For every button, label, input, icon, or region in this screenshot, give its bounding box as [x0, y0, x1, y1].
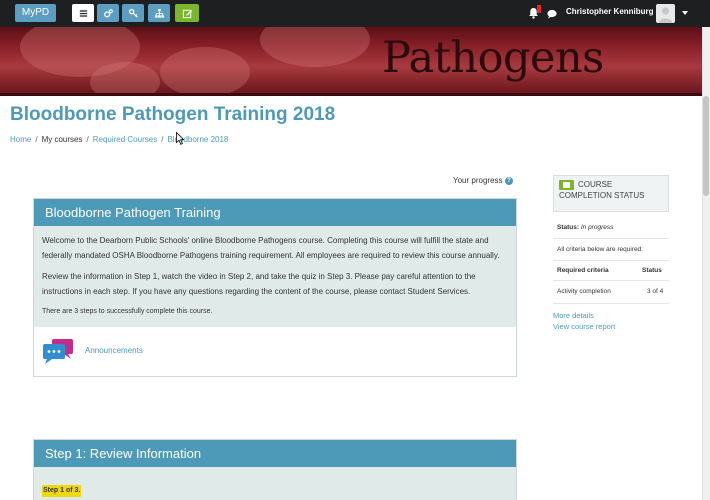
user-silhouette-icon: [659, 7, 672, 23]
status-column-header: Status: [642, 267, 662, 274]
breadcrumb-home[interactable]: Home: [10, 135, 31, 144]
section-summary: Welcome to the Dearborn Public Schools' …: [34, 226, 516, 327]
summary-note: There are 3 steps to successfully comple…: [42, 308, 213, 315]
banner-cell-shape: [160, 47, 250, 93]
key-button[interactable]: [122, 4, 144, 22]
settings-button[interactable]: [97, 4, 119, 22]
breadcrumb-my-courses[interactable]: My courses: [42, 135, 83, 144]
breadcrumb-separator: /: [35, 135, 38, 144]
block-title: Course Completion Status: [559, 180, 645, 200]
breadcrumb-required-courses[interactable]: Required Courses: [93, 135, 157, 144]
banner-logo-word: Pathogens: [382, 33, 604, 83]
activity-announcements[interactable]: Announcements: [34, 327, 516, 376]
help-icon[interactable]: ?: [505, 177, 513, 185]
status-value: In progress: [580, 224, 614, 231]
block-divider: [553, 260, 669, 261]
block-divider: [553, 238, 669, 239]
scrollbar-thumb[interactable]: [703, 96, 709, 196]
cogs-icon: [103, 8, 113, 17]
section-step-1: Step 1: Review Information Step 1 of 3.: [33, 439, 517, 500]
block-divider: [553, 303, 669, 304]
summary-paragraph: Welcome to the Dearborn Public Schools' …: [42, 236, 500, 260]
user-name[interactable]: Christopher Kenniburg: [566, 7, 654, 16]
breadcrumb-separator: /: [161, 135, 164, 144]
sitemap-button[interactable]: [148, 4, 170, 22]
avatar[interactable]: [656, 4, 675, 23]
view-course-report-link[interactable]: View course report: [553, 322, 615, 331]
banner-cell-shape: [90, 62, 160, 93]
caret-down-icon[interactable]: [682, 11, 688, 15]
announcements-link[interactable]: Announcements: [85, 346, 143, 355]
page-title: Bloodborne Pathogen Training 2018: [10, 104, 336, 125]
progress-label: Your progress: [453, 176, 503, 185]
menu-icon: [79, 9, 87, 17]
breadcrumb: Home / My courses / Required Courses / Bloodbo…: [10, 135, 228, 144]
menu-button[interactable]: [72, 4, 94, 22]
section-title: Step 1: Review Information: [34, 440, 516, 467]
completion-status: Status: In progress: [557, 224, 613, 231]
summary-paragraph: Review the information in Step 1, watch …: [42, 272, 476, 296]
step-badge: Step 1 of 3.: [42, 485, 82, 497]
breadcrumb-separator: /: [86, 135, 89, 144]
criteria-status-cell: 3 of 4: [647, 288, 664, 295]
section-general: Bloodborne Pathogen Training Welcome to …: [33, 198, 517, 377]
criteria-column-header: Required criteria: [557, 267, 609, 274]
mouse-pointer-icon: [176, 132, 184, 145]
banner-cell-shape: [260, 27, 370, 67]
banner-divider: [0, 93, 702, 96]
notification-badge: [537, 5, 541, 13]
edit-mode-button[interactable]: [175, 4, 199, 22]
block-header: Course Completion Status: [553, 175, 669, 212]
mypd-brand-button[interactable]: MyPD: [15, 4, 56, 22]
more-details-link[interactable]: More details: [553, 311, 594, 320]
forum-icon: [43, 339, 73, 364]
section-title: Bloodborne Pathogen Training: [34, 199, 516, 226]
chat-icon[interactable]: [547, 9, 557, 19]
course-banner: Pathogens: [0, 27, 702, 93]
sitemap-icon: [154, 8, 164, 18]
block-divider: [553, 280, 669, 281]
course-completion-block: Course Completion Status: [553, 175, 669, 212]
edit-icon: [182, 9, 192, 18]
section-summary: Step 1 of 3.: [34, 467, 516, 500]
criteria-cell: Activity completion: [557, 288, 611, 295]
status-label: Status:: [557, 224, 580, 231]
key-icon: [128, 8, 138, 18]
criteria-note: All criteria below are required:: [557, 246, 643, 253]
